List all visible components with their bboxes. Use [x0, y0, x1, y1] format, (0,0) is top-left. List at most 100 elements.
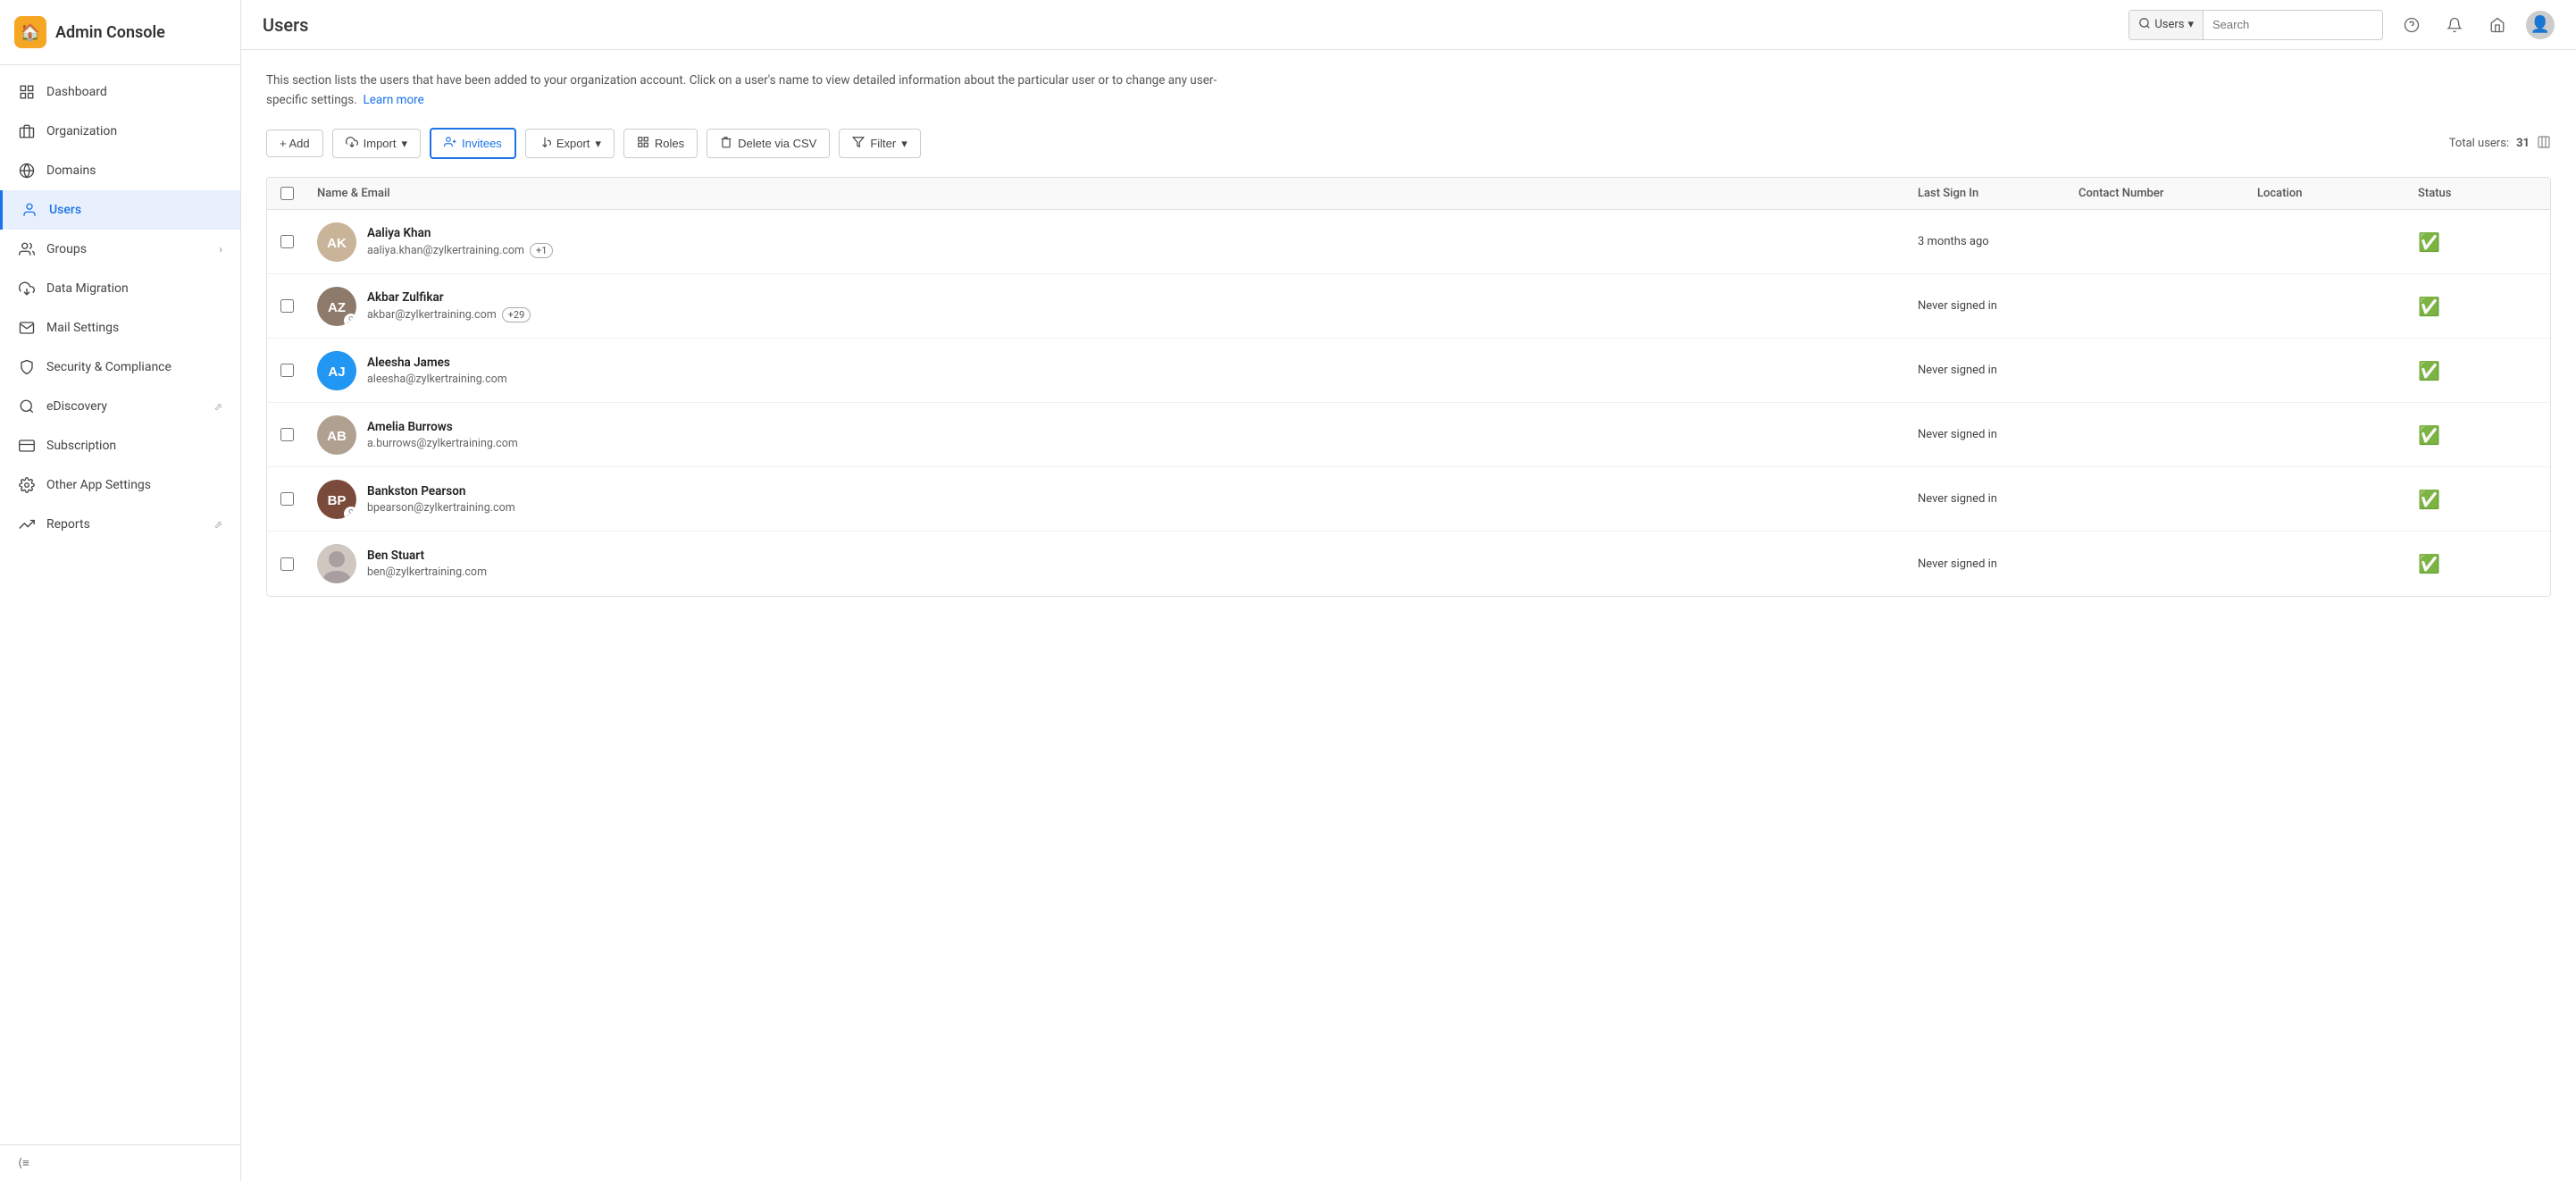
status-active-icon: ✅ [2418, 296, 2440, 317]
avatar[interactable]: 👤 [2526, 11, 2555, 39]
user-details: Bankston Pearson bpearson@zylkertraining… [367, 484, 515, 515]
last-sign-in: Never signed in [1907, 428, 2068, 441]
export-chevron-icon: ▾ [595, 137, 601, 151]
delete-csv-icon [720, 136, 732, 151]
user-name[interactable]: Amelia Burrows [367, 420, 518, 434]
row-checkbox[interactable] [280, 235, 294, 248]
status-active-icon: ✅ [2418, 553, 2440, 574]
status-cell: ✅ [2407, 489, 2514, 510]
home-icon[interactable] [2483, 11, 2512, 39]
status-cell: ✅ [2407, 231, 2514, 253]
sidebar-item-label: Mail Settings [46, 321, 119, 335]
user-name[interactable]: Ben Stuart [367, 549, 487, 563]
row-checkbox-cell [267, 557, 306, 571]
col-contact-number: Contact Number [2068, 187, 2246, 200]
user-email: aleesha@zylkertraining.com [367, 373, 507, 386]
sidebar-item-security-compliance[interactable]: Security & Compliance [0, 348, 240, 387]
page-description: This section lists the users that have b… [266, 71, 1249, 110]
status-cell: ✅ [2407, 296, 2514, 317]
search-input[interactable] [2204, 11, 2382, 39]
last-sign-in: Never signed in [1907, 492, 2068, 506]
user-avatar: AK [317, 222, 356, 262]
svg-text:AB: AB [327, 429, 347, 444]
sidebar-item-other-app-settings[interactable]: Other App Settings [0, 465, 240, 505]
user-info-cell: AK Aaliya Khan aaliya.khan@zylkertrainin… [306, 214, 1907, 271]
row-checkbox[interactable] [280, 492, 294, 506]
user-name[interactable]: Bankston Pearson [367, 484, 515, 498]
sidebar-item-mail-settings[interactable]: Mail Settings [0, 308, 240, 348]
sidebar-item-groups[interactable]: Groups › [0, 230, 240, 269]
filter-button[interactable]: Filter ▾ [839, 129, 920, 158]
sidebar-item-domains[interactable]: Domains [0, 151, 240, 190]
row-checkbox[interactable] [280, 557, 294, 571]
user-email: aaliya.khan@zylkertraining.com +1 [367, 243, 553, 258]
sidebar-item-organization[interactable]: Organization [0, 112, 240, 151]
dashboard-icon [18, 83, 36, 101]
user-details: Akbar Zulfikar akbar@zylkertraining.com … [367, 290, 531, 322]
roles-button[interactable]: Roles [623, 129, 698, 158]
svg-text:AJ: AJ [328, 364, 345, 380]
learn-more-link[interactable]: Learn more [363, 93, 423, 107]
topbar-icons: 👤 [2397, 11, 2555, 39]
total-users-display: Total users: 31 [2449, 135, 2551, 153]
table-row: Ben Stuart ben@zylkertraining.com Never … [267, 532, 2550, 596]
export-icon [539, 136, 551, 151]
organization-icon [18, 122, 36, 140]
sidebar-item-label: Other App Settings [46, 478, 151, 492]
table-header: Name & Email Last Sign In Contact Number… [267, 178, 2550, 210]
toolbar: + Add Import ▾ Invitees Export [266, 128, 2551, 159]
row-checkbox-cell [267, 492, 306, 506]
sidebar-item-label: Dashboard [46, 85, 107, 99]
user-info-cell: AZ Akbar Zulfikar akbar@zylkertraining.c… [306, 278, 1907, 335]
sidebar-item-dashboard[interactable]: Dashboard [0, 72, 240, 112]
help-icon[interactable] [2397, 11, 2426, 39]
import-button[interactable]: Import ▾ [332, 129, 421, 158]
svg-text:BP: BP [328, 493, 347, 508]
delete-csv-button[interactable]: Delete via CSV [707, 129, 830, 158]
col-last-sign-in: Last Sign In [1907, 187, 2068, 200]
search-scope-selector[interactable]: Users ▾ [2129, 11, 2204, 39]
mail-settings-icon [18, 319, 36, 337]
table-row: AK Aaliya Khan aaliya.khan@zylkertrainin… [267, 210, 2550, 274]
external-link-icon: ⬀ [214, 401, 222, 413]
row-checkbox-cell [267, 428, 306, 441]
search-icon [2138, 17, 2151, 33]
row-checkbox[interactable] [280, 299, 294, 313]
sidebar: 🏠 Admin Console Dashboard Organization D… [0, 0, 241, 1181]
sidebar-item-reports[interactable]: Reports ⬀ [0, 505, 240, 544]
admin-badge-icon [344, 314, 356, 326]
ediscovery-icon [18, 398, 36, 415]
sidebar-item-subscription[interactable]: Subscription [0, 426, 240, 465]
user-email: ben@zylkertraining.com [367, 565, 487, 579]
row-checkbox-cell [267, 364, 306, 377]
header-checkbox-cell [267, 187, 306, 200]
last-sign-in: Never signed in [1907, 364, 2068, 377]
add-button[interactable]: + Add [266, 130, 323, 157]
last-sign-in: Never signed in [1907, 557, 2068, 571]
user-name[interactable]: Aleesha James [367, 356, 507, 370]
import-chevron-icon: ▾ [401, 137, 407, 151]
select-all-checkbox[interactable] [280, 187, 294, 200]
export-button[interactable]: Export ▾ [525, 129, 615, 158]
sidebar-footer: ⟨≡ [0, 1144, 240, 1181]
notifications-icon[interactable] [2440, 11, 2469, 39]
collapse-button[interactable]: ⟨≡ [18, 1156, 222, 1170]
sidebar-item-ediscovery[interactable]: eDiscovery ⬀ [0, 387, 240, 426]
admin-badge-icon [344, 507, 356, 519]
table-row: AB Amelia Burrows a.burrows@zylkertraini… [267, 403, 2550, 467]
sidebar-item-users[interactable]: Users [0, 190, 240, 230]
security-icon [18, 358, 36, 376]
app-logo: 🏠 [14, 16, 46, 48]
last-sign-in: 3 months ago [1907, 235, 2068, 248]
columns-icon[interactable] [2537, 135, 2551, 153]
user-name[interactable]: Akbar Zulfikar [367, 290, 531, 305]
row-checkbox[interactable] [280, 364, 294, 377]
users-icon [21, 201, 38, 219]
status-cell: ✅ [2407, 424, 2514, 446]
row-checkbox[interactable] [280, 428, 294, 441]
external-link-icon: ⬀ [214, 519, 222, 531]
sidebar-item-data-migration[interactable]: Data Migration [0, 269, 240, 308]
user-name[interactable]: Aaliya Khan [367, 226, 553, 240]
invitees-button[interactable]: Invitees [430, 128, 516, 159]
col-location: Location [2246, 187, 2407, 200]
